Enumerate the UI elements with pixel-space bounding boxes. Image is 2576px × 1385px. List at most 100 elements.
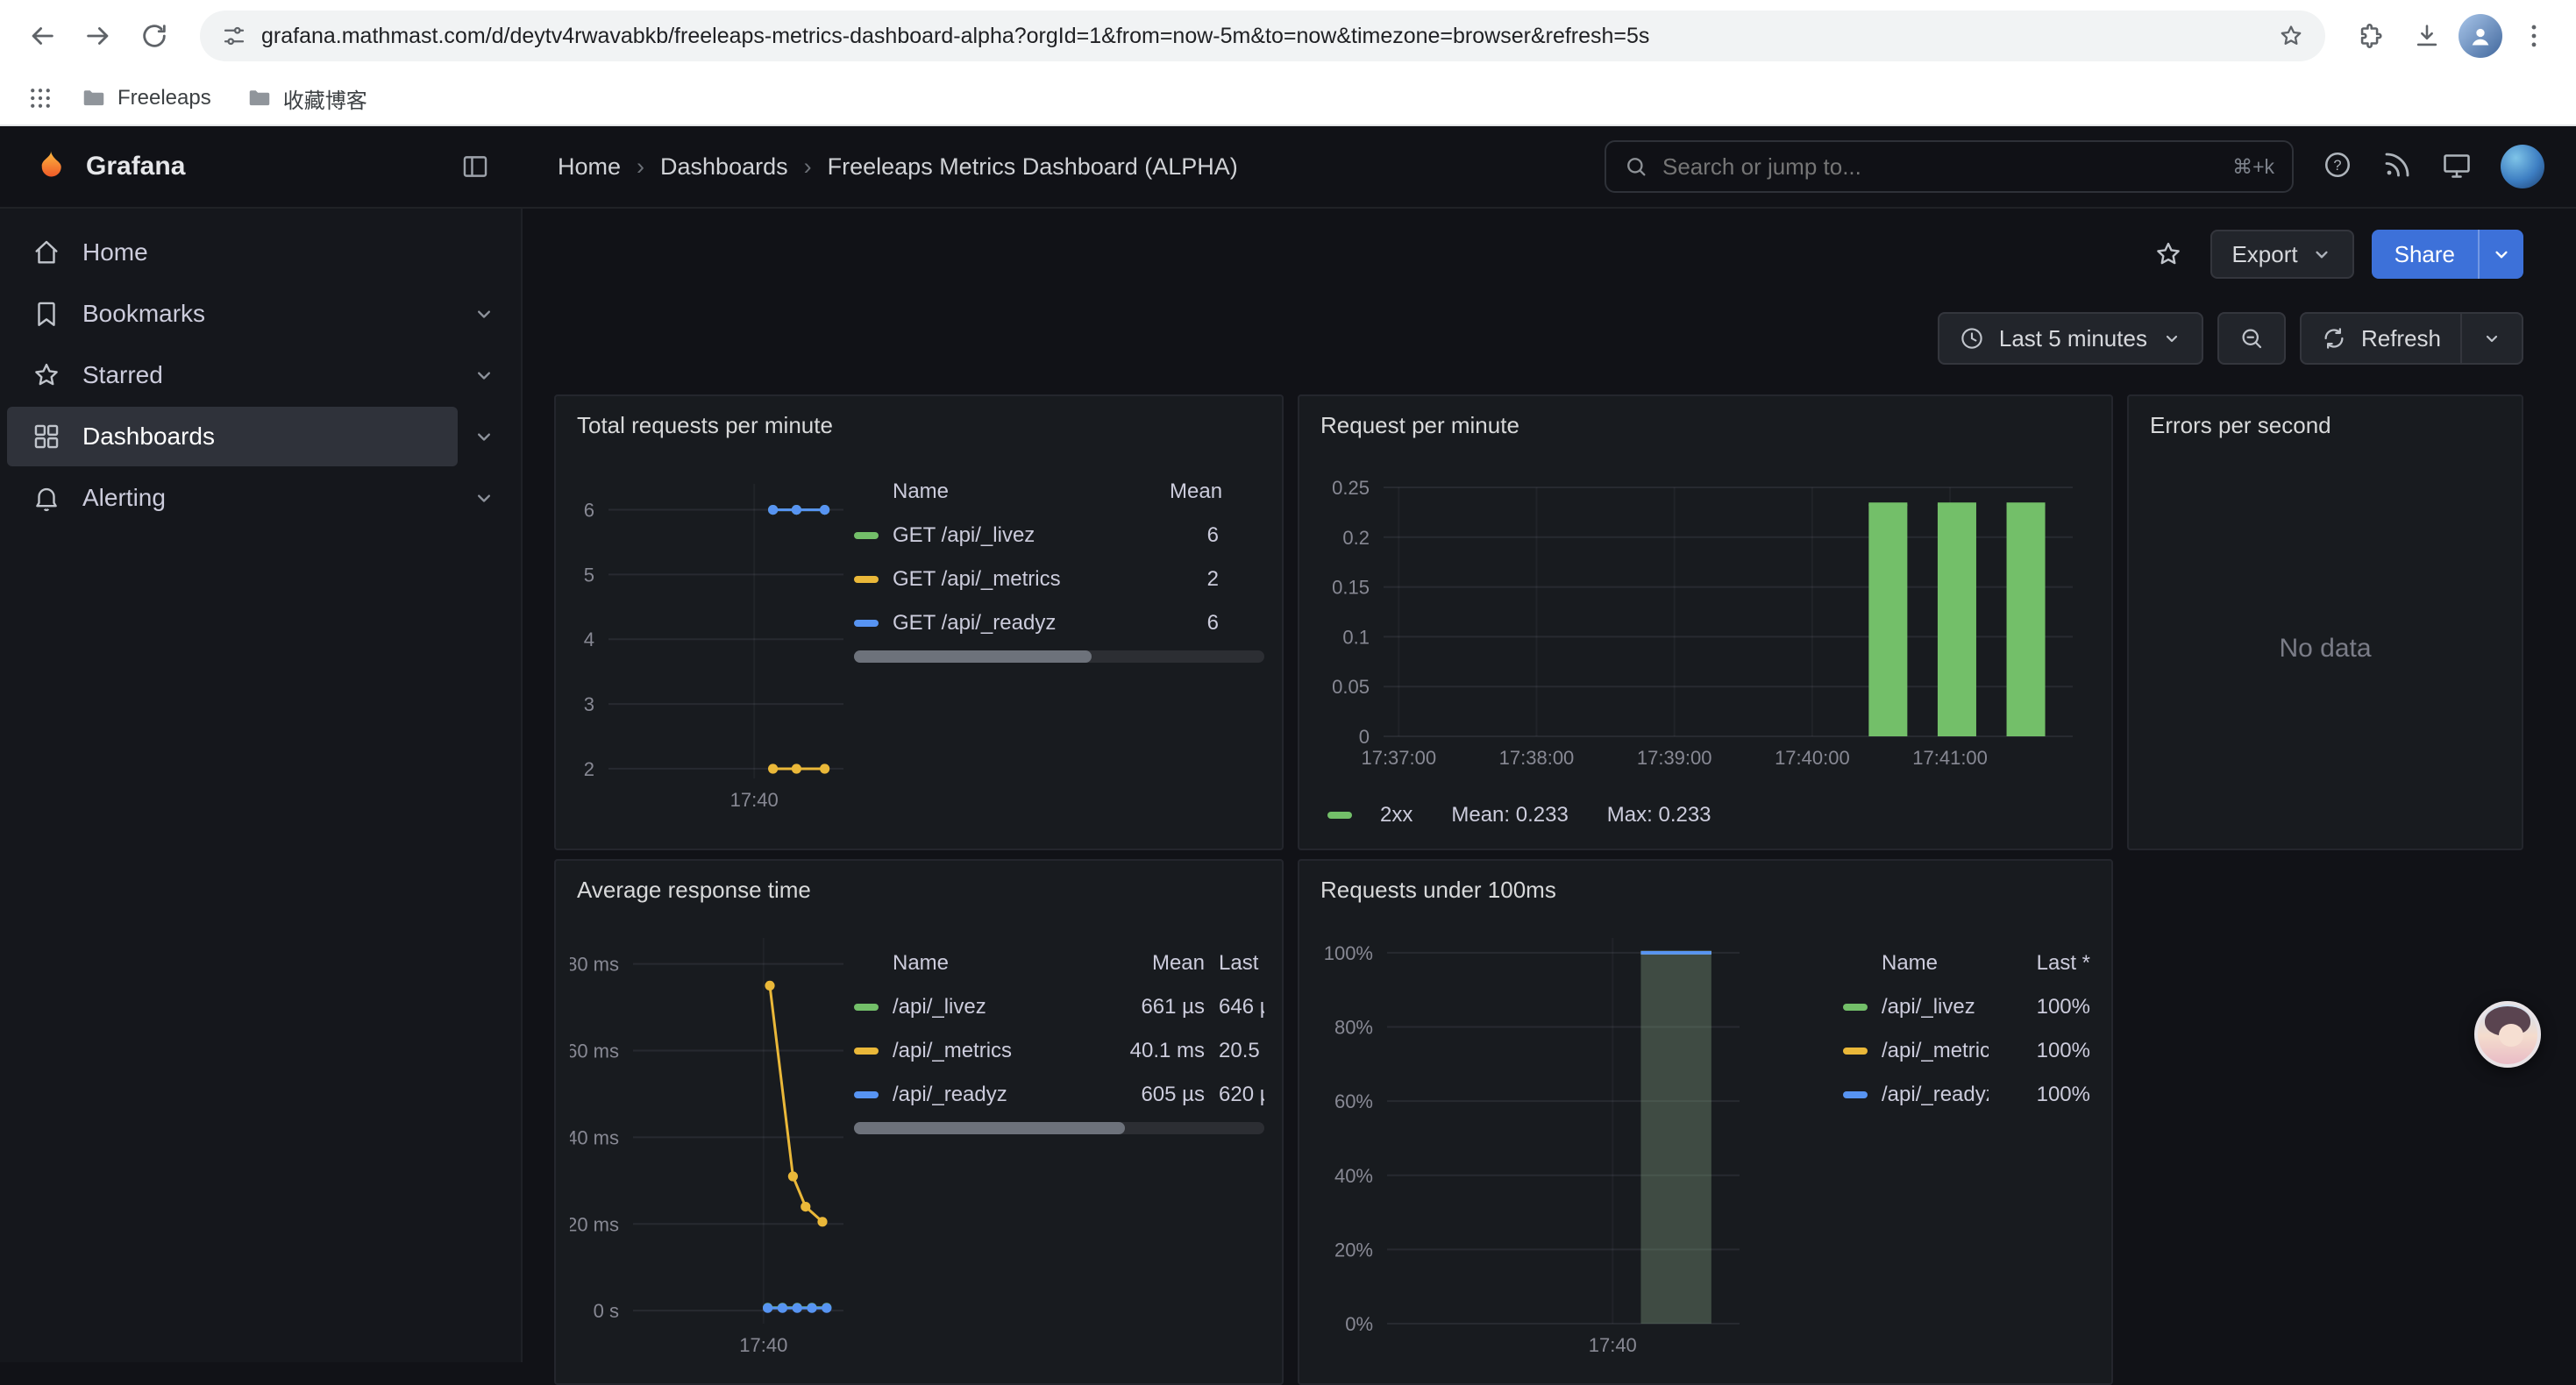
screen: Freeleaps 收藏博客 Grafana Home › Dashboards… [0,0,2576,1362]
series-name[interactable]: GET /api/_readyz [893,611,1170,636]
floating-avatar[interactable] [2474,1001,2541,1068]
grafana-app: Grafana Home › Dashboards › Freeleaps Me… [0,126,2576,1362]
refresh-button[interactable]: Refresh [2302,314,2460,363]
share-button[interactable]: Share [2372,230,2523,279]
legend-row[interactable]: /api/_metrics 100% [1843,1029,2090,1073]
legend-row[interactable]: /api/_readyz 605 µs 620 µs [854,1073,1264,1117]
legend-header-name[interactable]: Name [854,479,1170,504]
legend-row[interactable]: /api/_readyz 100% [1843,1073,2090,1117]
help-icon[interactable]: ? [2322,149,2357,184]
chevron-down-icon[interactable] [458,288,510,340]
search-input[interactable]: ⌘+k [1605,140,2294,193]
legend-item-2xx[interactable]: 2xx [1327,803,1413,827]
under-100ms-chart[interactable]: 17:400%20%40%60%80%100% [1313,913,1757,1373]
panel-title[interactable]: Average response time [556,861,1282,904]
apps-grid-icon[interactable] [21,79,60,117]
series-name[interactable]: 2xx [1380,803,1413,827]
legend-header-mean[interactable]: Mean [1170,479,1264,504]
bookmark-folder-freeleaps[interactable]: Freeleaps [67,80,225,117]
panel-request-per-minute: Request per minute 17:37:0017:38:0017:39… [1298,394,2113,850]
request-per-minute-chart[interactable]: 17:37:0017:38:0017:39:0017:40:0017:41:00… [1317,473,2087,782]
refresh-picker: Refresh [2300,312,2523,365]
search-field[interactable] [1662,153,2218,181]
legend-header-last[interactable]: Last * [1205,951,1264,976]
series-last: 100% [1989,1039,2090,1063]
bookmarks-bar: Freeleaps 收藏博客 [0,72,2576,126]
zoom-out-icon[interactable] [2219,314,2284,363]
series-name[interactable]: GET /api/_metrics [893,567,1170,592]
refresh-interval-dropdown[interactable] [2460,314,2522,363]
svg-text:3: 3 [584,693,594,715]
svg-text:17:40: 17:40 [730,789,779,811]
rss-icon[interactable] [2381,149,2416,184]
url-bar[interactable] [200,11,2325,61]
horizontal-scrollbar[interactable] [854,650,1264,663]
legend-header-last[interactable]: Last * [1989,951,2090,976]
series-name[interactable]: /api/_livez [893,995,1107,1019]
svg-text:40 ms: 40 ms [570,1126,619,1148]
legend-row[interactable]: /api/_livez 661 µs 646 µs [854,985,1264,1029]
average-response-chart[interactable]: 17:400 s20 ms40 ms60 ms80 ms [570,913,854,1373]
total-requests-chart[interactable]: 17:4023456 [570,456,854,817]
dock-menu-icon[interactable] [452,144,498,189]
horizontal-scrollbar[interactable] [854,1122,1264,1134]
legend-row[interactable]: /api/_livez 100% [1843,985,2090,1029]
downloads-icon[interactable] [2402,11,2451,60]
series-mean: 661 µs [1107,995,1205,1019]
bookmark-folder-blogs[interactable]: 收藏博客 [232,78,381,119]
reload-icon[interactable] [130,11,179,60]
search-shortcut: ⌘+k [2232,155,2274,179]
bookmark-label: 收藏博客 [283,83,367,114]
legend-row[interactable]: /api/_metrics 40.1 ms 20.5 ms [854,1029,1264,1073]
sidebar-item-starred: Starred [7,345,510,405]
legend-row[interactable]: GET /api/_readyz 6 [854,601,1264,645]
svg-text:?: ? [2333,158,2341,174]
search-icon [1624,154,1648,179]
legend-header-name[interactable]: Name [854,951,1107,976]
chevron-down-icon[interactable] [458,349,510,401]
chevron-down-icon[interactable] [458,410,510,463]
legend-row[interactable]: GET /api/_metrics 2 [854,558,1264,601]
series-swatch [854,1048,879,1055]
series-name[interactable]: GET /api/_livez [893,523,1170,548]
series-name[interactable]: /api/_metrics [893,1039,1107,1063]
extensions-icon[interactable] [2346,11,2395,60]
refresh-label: Refresh [2361,325,2441,352]
time-range-picker: Last 5 minutes [1938,312,2203,365]
bookmark-star-icon[interactable] [2278,23,2304,49]
user-avatar[interactable] [2501,145,2544,188]
profile-avatar[interactable] [2459,14,2502,58]
share-dropdown[interactable] [2478,230,2523,279]
series-last: 100% [1989,1083,2090,1107]
legend-header-mean[interactable]: Mean [1107,951,1205,976]
menu-kebab-icon[interactable] [2509,11,2558,60]
series-name[interactable]: /api/_readyz [1882,1083,1989,1107]
zoom-out-button-wrap [2217,312,2286,365]
time-range-button[interactable]: Last 5 minutes [1939,314,2202,363]
panel-title[interactable]: Total requests per minute [556,396,1282,439]
share-label[interactable]: Share [2372,230,2478,279]
url-input[interactable] [261,24,2264,49]
no-data-message: No data [2129,449,2522,849]
header-icons: ? [2294,145,2576,188]
tune-icon[interactable] [221,23,247,49]
series-name[interactable]: /api/_metrics [1882,1039,1989,1063]
export-button[interactable]: Export [2210,230,2353,279]
favorite-star-icon[interactable] [2144,230,2193,279]
sidebar-item-label: Starred [82,361,163,389]
series-name[interactable]: /api/_readyz [893,1083,1107,1107]
legend-header-name[interactable]: Name [1843,951,1989,976]
breadcrumb-dashboards[interactable]: Dashboards [660,153,788,181]
panel-title[interactable]: Requests under 100ms [1299,861,2111,904]
chevron-down-icon[interactable] [458,472,510,524]
panel-title[interactable]: Request per minute [1299,396,2111,439]
back-icon[interactable] [18,11,67,60]
breadcrumb-home[interactable]: Home [558,153,621,181]
panel-title[interactable]: Errors per second [2129,396,2522,439]
legend-row[interactable]: GET /api/_livez 6 [854,514,1264,558]
series-name[interactable]: /api/_livez [1882,995,1989,1019]
panel-total-requests: Total requests per minute 17:4023456 Nam… [554,394,1284,850]
monitor-icon[interactable] [2441,149,2476,184]
forward-icon[interactable] [74,11,123,60]
legend-stat-max: Max: 0.233 [1607,803,1711,827]
